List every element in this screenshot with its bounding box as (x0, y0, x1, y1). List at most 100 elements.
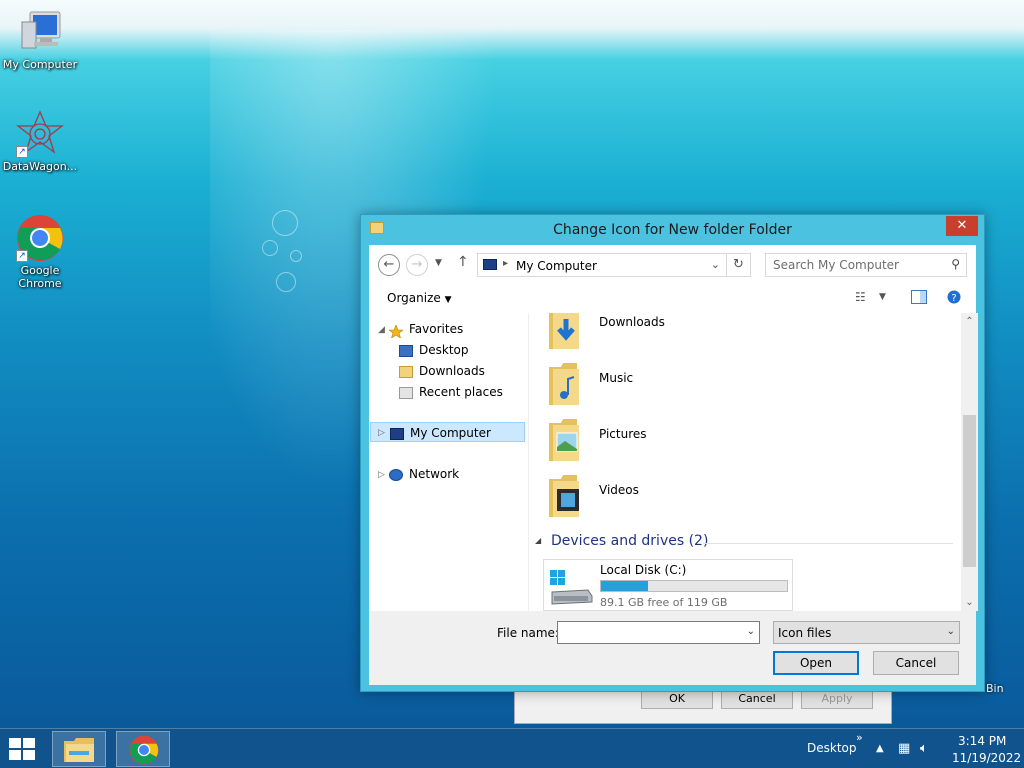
group-label: Devices and drives (2) (551, 533, 709, 549)
ok-button[interactable]: OK (641, 689, 713, 709)
nav-label: My Computer (410, 426, 491, 440)
chevron-down-icon[interactable]: ⌄ (947, 626, 955, 637)
desktop-icon-my-computer[interactable]: My Computer (0, 8, 80, 71)
shortcut-arrow-icon: ↗ (16, 146, 28, 158)
drive-usage-bar (600, 580, 788, 592)
dialog-footer: File name: ⌄ Icon files ⌄ Open Cancel (369, 611, 976, 685)
drive-usage-fill (601, 581, 648, 591)
organize-button[interactable]: Organize ▼ (387, 291, 452, 305)
desktop-icon-label: DataWagon... (2, 160, 78, 173)
cancel-button[interactable]: Cancel (873, 651, 959, 675)
show-hidden-icons-chevron-icon[interactable]: ▲ (876, 743, 884, 754)
list-item-videos[interactable]: Videos (547, 473, 847, 523)
dialog-client: ← → ▼ ↑ ▸ My Computer ⌄ ↻ ⚲ Organize ▼ ☷ (369, 245, 978, 685)
desktop-icon (399, 344, 413, 357)
scrollbar-thumb[interactable] (963, 415, 976, 567)
list-item-downloads[interactable]: Downloads (547, 313, 847, 355)
recycle-bin-label[interactable]: Bin (986, 682, 1004, 695)
group-divider (703, 543, 953, 544)
nav-item-downloads[interactable]: Downloads (399, 361, 485, 381)
nav-label: Network (409, 467, 460, 481)
network-icon[interactable]: ▦ (898, 741, 910, 756)
nav-label: Recent places (419, 385, 503, 399)
back-button[interactable]: ← (378, 254, 400, 276)
search-box[interactable]: ⚲ (765, 253, 967, 277)
nav-item-favorites[interactable]: Favorites (388, 319, 463, 339)
file-list: Downloads Music Pictures Videos ◢ Device… (529, 313, 961, 611)
devices-and-drives-group-header[interactable]: ◢ Devices and drives (2) (535, 533, 953, 553)
file-explorer-icon (63, 737, 95, 766)
start-button[interactable] (8, 737, 36, 761)
nav-item-my-computer[interactable]: My Computer (370, 422, 525, 442)
collapsed-triangle-icon[interactable]: ▷ (378, 470, 385, 480)
toolbar-expand-chevrons-icon[interactable]: » (856, 731, 863, 744)
search-input[interactable] (766, 254, 942, 276)
folder-label: Videos (599, 483, 639, 497)
chevron-down-icon[interactable]: ⌄ (711, 258, 720, 271)
recent-locations-chevron-icon[interactable]: ▼ (435, 258, 442, 268)
change-icon-dialog: Change Icon for New folder Folder ✕ ← → … (360, 214, 985, 692)
address-path[interactable]: My Computer (516, 259, 597, 273)
star-icon (388, 323, 404, 339)
windows-logo-icon (9, 750, 21, 760)
drive-tile-local-disk-c[interactable]: Local Disk (C:) 89.1 GB free of 119 GB (543, 559, 793, 611)
close-button[interactable]: ✕ (946, 216, 978, 236)
expanded-triangle-icon[interactable]: ◢ (378, 325, 385, 335)
music-folder-icon (547, 361, 585, 407)
wallpaper-bubble (290, 250, 302, 262)
clock-date[interactable]: 11/19/2022 (952, 751, 1021, 765)
dialog-title: Change Icon for New folder Folder (553, 222, 792, 238)
shortcut-arrow-icon: ↗ (16, 250, 28, 262)
drive-free-space: 89.1 GB free of 119 GB (600, 596, 728, 609)
file-name-label: File name: (497, 626, 559, 640)
desktop-icon-google-chrome[interactable]: ↗ Google Chrome (0, 214, 80, 290)
list-item-pictures[interactable]: Pictures (547, 417, 847, 467)
file-name-input[interactable] (558, 622, 738, 643)
view-options-icon[interactable]: ☷ (855, 290, 866, 304)
collapse-triangle-icon[interactable]: ◢ (535, 536, 541, 545)
desktop-toolbar-label[interactable]: Desktop (807, 741, 857, 755)
list-item-music[interactable]: Music (547, 361, 847, 411)
apply-button[interactable]: Apply (801, 689, 873, 709)
nav-item-network[interactable]: Network (389, 464, 459, 484)
desktop-icon-label: My Computer (2, 58, 78, 71)
forward-button[interactable]: → (406, 254, 428, 276)
file-type-value: Icon files (778, 626, 832, 640)
file-name-combo[interactable]: ⌄ (557, 621, 760, 644)
folder-label: Pictures (599, 427, 647, 441)
datawagon-logo-icon: ↗ (16, 110, 64, 158)
wallpaper-bubble (272, 210, 298, 236)
scroll-up-arrow-icon[interactable]: ⌃ (961, 313, 978, 330)
taskbar-file-explorer[interactable] (52, 731, 106, 767)
computer-icon (16, 8, 64, 56)
dialog-titlebar[interactable]: Change Icon for New folder Folder ✕ (361, 215, 984, 245)
clock-time[interactable]: 3:14 PM (958, 734, 1006, 748)
downloads-folder-icon (547, 313, 585, 351)
nav-item-desktop[interactable]: Desktop (399, 340, 469, 360)
breadcrumb-chevron-icon[interactable]: ▸ (503, 258, 508, 269)
file-list-scrollbar[interactable]: ⌃ ⌄ (961, 313, 978, 611)
up-arrow-icon[interactable]: ↑ (457, 254, 469, 270)
refresh-icon[interactable]: ↻ (726, 254, 750, 276)
cancel-button[interactable]: Cancel (721, 689, 793, 709)
volume-icon[interactable]: 🔈︎ (920, 741, 928, 756)
chevron-down-icon: ▼ (444, 295, 452, 305)
chevron-down-icon[interactable]: ▼ (879, 292, 886, 302)
hard-drive-icon (548, 566, 594, 609)
file-type-select[interactable]: Icon files ⌄ (773, 621, 960, 644)
address-bar[interactable]: ▸ My Computer ⌄ ↻ (477, 253, 751, 277)
chevron-down-icon[interactable]: ⌄ (747, 626, 755, 637)
computer-icon (483, 259, 497, 270)
windows-logo-icon (23, 738, 35, 748)
nav-item-recent-places[interactable]: Recent places (399, 382, 503, 402)
open-button[interactable]: Open (773, 651, 859, 675)
preview-pane-icon[interactable] (911, 290, 927, 307)
desktop-icon-datawagon[interactable]: ↗ DataWagon... (0, 110, 80, 173)
nav-label: Desktop (419, 343, 469, 357)
collapsed-triangle-icon[interactable]: ▷ (378, 428, 385, 438)
svg-text:?: ? (951, 293, 956, 304)
scroll-down-arrow-icon[interactable]: ⌄ (961, 594, 978, 611)
taskbar-google-chrome[interactable] (116, 731, 170, 767)
navigation-bar: ← → ▼ ↑ ▸ My Computer ⌄ ↻ ⚲ (369, 245, 976, 283)
help-icon[interactable]: ? (947, 290, 961, 307)
